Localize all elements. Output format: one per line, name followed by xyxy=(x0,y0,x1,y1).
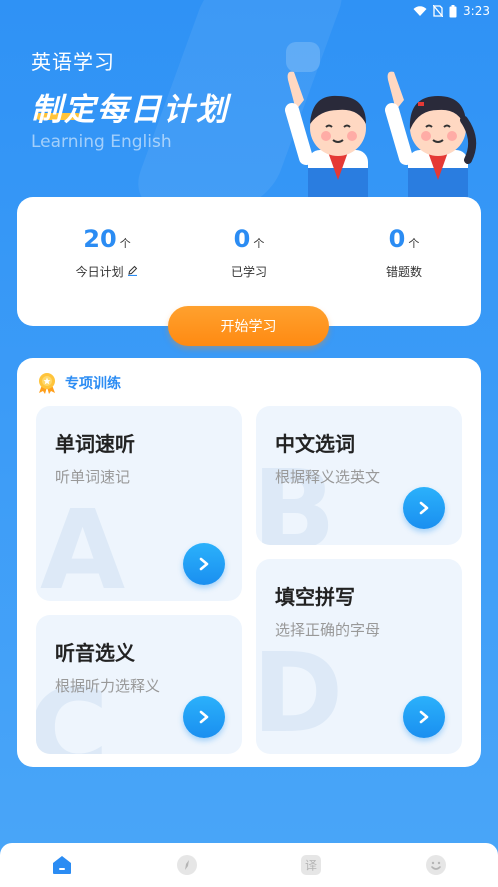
tile-fill-spelling[interactable]: D 填空拼写 选择正确的字母 xyxy=(256,559,462,754)
stat-today-plan[interactable]: 20 个 今日计划 xyxy=(37,225,177,280)
wifi-icon xyxy=(413,5,427,16)
tile-title: 填空拼写 xyxy=(275,585,355,609)
tile-word-listening[interactable]: A 单词速听 听单词速记 xyxy=(36,406,242,601)
tile-subtitle: 根据听力选释义 xyxy=(55,677,161,695)
header-english: Learning English xyxy=(31,132,172,152)
go-button[interactable] xyxy=(183,543,225,585)
stat-label: 已学习 xyxy=(230,265,267,279)
tile-subtitle: 听单词速记 xyxy=(55,468,131,486)
section-header: 专项训练 xyxy=(35,371,121,395)
tab-discover[interactable] xyxy=(125,843,250,887)
stat-unit: 个 xyxy=(408,237,420,250)
chevron-right-icon xyxy=(199,557,209,571)
page-title: 制定每日计划 xyxy=(31,92,229,128)
home-icon xyxy=(53,856,72,874)
stat-label: 错题数 xyxy=(385,265,422,279)
tile-title: 单词速听 xyxy=(55,432,135,456)
chevron-right-icon xyxy=(199,710,209,724)
tab-home[interactable] xyxy=(0,843,125,887)
section-title: 专项训练 xyxy=(65,376,121,392)
stat-unit: 个 xyxy=(119,237,131,250)
bottom-tab-bar: 译 xyxy=(0,843,498,887)
stat-learned: 0个 已学习 xyxy=(179,225,319,280)
stat-value: 0 xyxy=(388,225,406,253)
stat-label: 今日计划 xyxy=(75,265,124,279)
battery-icon xyxy=(449,4,457,17)
tab-profile[interactable] xyxy=(374,843,498,887)
svg-text:译: 译 xyxy=(305,859,317,873)
go-button[interactable] xyxy=(183,696,225,738)
tile-subtitle: 选择正确的字母 xyxy=(275,621,381,639)
stat-value: 20 xyxy=(83,225,117,253)
tile-letter-b: B xyxy=(256,446,336,545)
tile-title: 听音选义 xyxy=(55,641,135,665)
stat-value: 0 xyxy=(233,225,251,253)
tile-subtitle: 根据释义选英文 xyxy=(275,468,381,486)
special-training-card: 专项训练 A 单词速听 听单词速记 B 中文选词 根据释义选英文 C 听音选义 … xyxy=(17,358,481,767)
tile-letter-a: A xyxy=(40,486,126,601)
no-sim-icon xyxy=(433,5,444,17)
tile-chinese-word-choice[interactable]: B 中文选词 根据释义选英文 xyxy=(256,406,462,545)
stat-wrong[interactable]: 0个 错题数 xyxy=(334,225,474,280)
kids-illustration xyxy=(285,71,477,200)
chevron-right-icon xyxy=(419,501,429,515)
smile-icon xyxy=(425,855,446,875)
tab-translate[interactable]: 译 xyxy=(249,843,374,887)
medal-icon xyxy=(39,373,55,394)
go-button[interactable] xyxy=(403,696,445,738)
tile-title: 中文选词 xyxy=(275,432,355,456)
status-time: 3:23 xyxy=(463,4,490,18)
start-learning-button[interactable]: 开始学习 xyxy=(168,306,329,346)
translate-icon: 译 xyxy=(301,855,322,875)
chevron-right-icon xyxy=(419,710,429,724)
go-button[interactable] xyxy=(403,487,445,529)
edit-icon[interactable] xyxy=(127,265,138,277)
tile-letter-d: D xyxy=(256,629,344,754)
tile-listen-meaning[interactable]: C 听音选义 根据听力选释义 xyxy=(36,615,242,754)
compass-icon xyxy=(176,855,197,875)
stat-unit: 个 xyxy=(253,237,265,250)
header-subtitle: 英语学习 xyxy=(31,50,115,74)
